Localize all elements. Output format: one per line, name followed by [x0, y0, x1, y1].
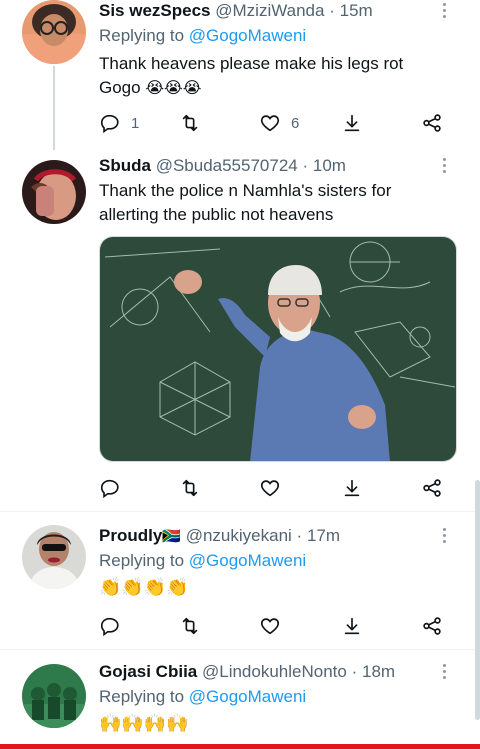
emoji-row: 😭😭😭 — [145, 80, 202, 97]
replying-label: Replying to — [99, 687, 189, 706]
tweet-text-line: allerting the public not heavens — [99, 205, 334, 224]
avatar[interactable] — [22, 664, 86, 728]
mention-link[interactable]: @GogoMaweni — [189, 551, 306, 570]
retweet-icon — [182, 617, 198, 635]
tweet-text-line: Thank heavens please make his legs rot — [99, 54, 404, 73]
separator: · — [302, 156, 309, 175]
retweet-button[interactable] — [179, 475, 201, 501]
retweet-icon — [182, 114, 198, 132]
reply-button[interactable] — [99, 613, 121, 639]
username[interactable]: @LindokuhleNonto — [202, 662, 347, 681]
tweet-text-line: Gogo — [99, 78, 141, 97]
avatar[interactable] — [22, 0, 86, 64]
more-icon[interactable] — [436, 0, 452, 22]
share-button[interactable] — [421, 110, 443, 136]
flag-emoji: 🇿🇦 — [162, 528, 181, 545]
replying-label: Replying to — [99, 26, 189, 45]
tweet-1[interactable]: Sis wezSpecs @MziziWanda · 15m Replying … — [0, 0, 480, 150]
retweet-button[interactable] — [179, 110, 201, 136]
like-button[interactable] — [259, 613, 281, 639]
like-button[interactable] — [259, 475, 281, 501]
like-button[interactable]: 6 — [259, 110, 299, 136]
thread-line — [53, 66, 55, 150]
tweet-text: Thank the police n Namhla's sisters for … — [99, 179, 458, 227]
tweet-4[interactable]: Gojasi Cbiia @LindokuhleNonto · 18m Repl… — [0, 661, 480, 744]
separator: · — [351, 662, 358, 681]
retweet-icon — [182, 479, 198, 497]
mention-link[interactable]: @GogoMaweni — [189, 26, 306, 45]
tweet-2[interactable]: Sbuda @Sbuda55570724 · 10m Thank the pol… — [0, 155, 480, 505]
share-button[interactable] — [421, 613, 443, 639]
bookmark-button[interactable] — [341, 613, 363, 639]
display-name[interactable]: Sis wezSpecs — [99, 1, 211, 20]
timestamp[interactable]: 18m — [362, 662, 395, 681]
tweet-text: 🙌🙌🙌🙌 — [99, 713, 189, 733]
share-icon — [423, 479, 441, 497]
replying-to: Replying to @GogoMaweni — [99, 549, 458, 573]
share-button[interactable] — [421, 475, 443, 501]
display-name[interactable]: Gojasi Cbiia — [99, 662, 197, 681]
separator: · — [296, 526, 303, 545]
heart-icon — [260, 618, 280, 635]
separator: · — [329, 1, 335, 20]
avatar[interactable] — [22, 160, 86, 224]
bookmark-icon — [344, 617, 360, 635]
display-name[interactable]: Proudly — [99, 526, 162, 545]
bookmark-button[interactable] — [341, 475, 363, 501]
reply-count: 1 — [131, 114, 140, 132]
display-name[interactable]: Sbuda — [99, 156, 151, 175]
mention-link[interactable]: @GogoMaweni — [189, 687, 306, 706]
timestamp[interactable]: 10m — [313, 156, 346, 175]
divider — [0, 649, 480, 650]
bottom-accent-bar — [0, 744, 480, 749]
reply-icon — [100, 617, 119, 637]
bookmark-button[interactable] — [341, 110, 363, 136]
heart-icon — [260, 480, 280, 497]
replying-to: Replying to @GogoMaweni — [99, 24, 458, 48]
avatar[interactable] — [22, 525, 86, 589]
tweet-media-image[interactable] — [99, 236, 457, 462]
tweet-text: 👏👏👏👏 — [99, 577, 189, 597]
replying-label: Replying to — [99, 551, 189, 570]
divider — [0, 511, 480, 512]
share-icon — [423, 114, 441, 132]
tweet-text: Thank heavens please make his legs rot G… — [99, 52, 458, 101]
more-icon[interactable] — [436, 155, 452, 177]
username[interactable]: @MziziWanda — [215, 1, 324, 20]
reply-icon — [100, 114, 119, 134]
tweet-text-line: Thank the police n Namhla's sisters for — [99, 181, 392, 200]
timestamp[interactable]: 15m — [340, 1, 373, 20]
username[interactable]: @nzukiyekani — [186, 526, 292, 545]
retweet-button[interactable] — [179, 613, 201, 639]
replying-to: Replying to @GogoMaweni — [99, 685, 458, 709]
reply-button[interactable] — [99, 475, 121, 501]
reply-icon — [100, 479, 119, 499]
reply-button[interactable]: 1 — [99, 110, 139, 136]
tweet-3[interactable]: Proudly🇿🇦 @nzukiyekani · 17m Replying to… — [0, 525, 480, 645]
share-icon — [423, 617, 441, 635]
bookmark-icon — [344, 114, 360, 132]
timestamp[interactable]: 17m — [307, 526, 340, 545]
heart-icon — [260, 115, 280, 132]
username[interactable]: @Sbuda55570724 — [156, 156, 298, 175]
more-icon[interactable] — [436, 525, 452, 547]
more-icon[interactable] — [436, 661, 452, 683]
scrollbar[interactable] — [475, 480, 480, 720]
like-count: 6 — [291, 114, 300, 132]
bookmark-icon — [344, 479, 360, 497]
